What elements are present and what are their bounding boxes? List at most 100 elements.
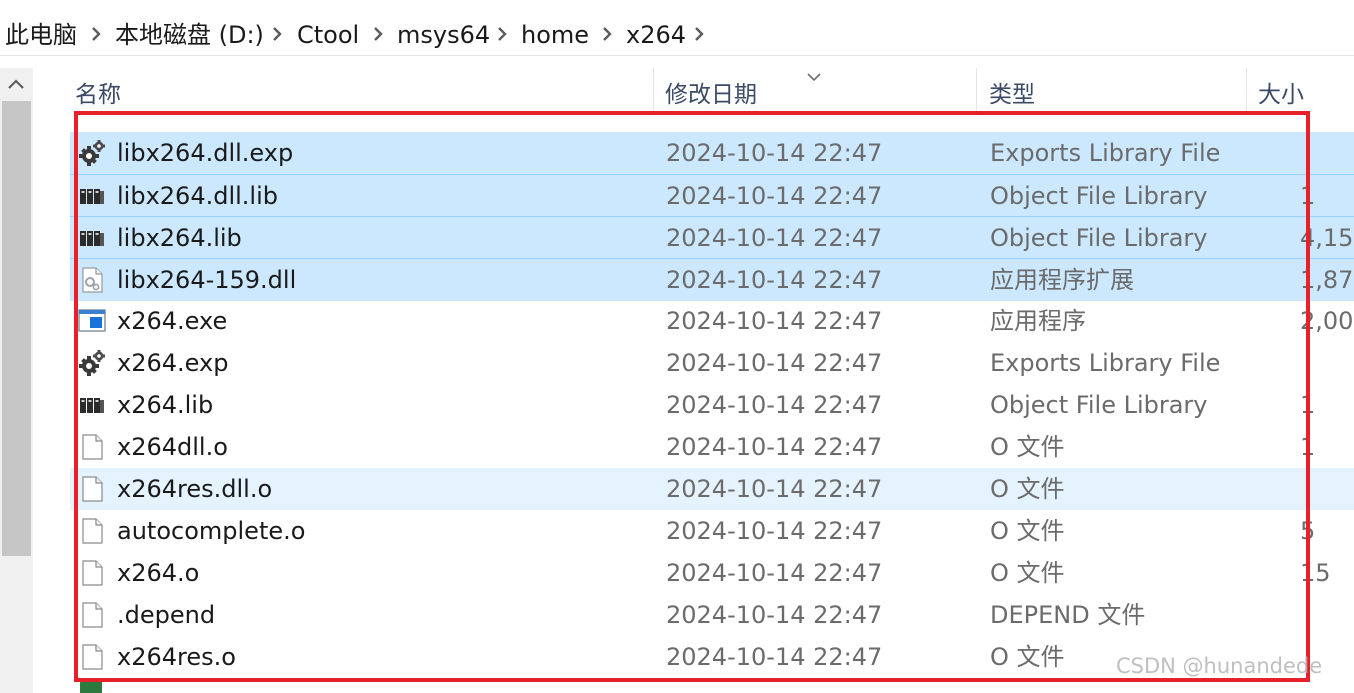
file-type: O 文件	[990, 643, 1065, 671]
file-row[interactable]: libx264.lib 2024-10-14 22:47 Object File L…	[70, 216, 1354, 259]
file-name: x264.lib	[117, 391, 214, 419]
blank-file-icon	[78, 643, 106, 671]
file-row[interactable]: x264dll.o 2024-10-14 22:47 O 文件 1	[70, 426, 1354, 468]
file-date: 2024-10-14 22:47	[666, 349, 883, 377]
file-name: x264dll.o	[117, 433, 228, 461]
file-size: 5	[1300, 517, 1316, 545]
object-library-icon	[78, 224, 106, 252]
breadcrumb-item[interactable]: 此电脑	[5, 18, 77, 52]
chevron-right-icon[interactable]	[692, 24, 706, 44]
file-row[interactable]: x264.o 2024-10-14 22:47 O 文件 15	[70, 552, 1354, 594]
chevron-right-icon[interactable]	[600, 24, 614, 44]
file-date: 2024-10-14 22:47	[666, 266, 883, 294]
file-name: x264res.dll.o	[117, 475, 273, 503]
column-divider[interactable]	[1246, 68, 1247, 116]
file-date: 2024-10-14 22:47	[666, 559, 883, 587]
column-header-type[interactable]: 类型	[989, 78, 1035, 112]
column-divider[interactable]	[653, 68, 654, 116]
scroll-up-arrow-icon[interactable]	[6, 76, 26, 95]
app-icon	[80, 680, 102, 693]
watermark: CSDN @hunandede	[1116, 654, 1323, 678]
file-size: 2,00	[1300, 307, 1354, 335]
blank-file-icon	[78, 433, 106, 461]
file-date: 2024-10-14 22:47	[666, 182, 883, 210]
file-name: libx264.dll.lib	[117, 182, 278, 210]
blank-file-icon	[78, 559, 106, 587]
exports-library-icon	[78, 139, 106, 167]
column-header-name[interactable]: 名称	[75, 78, 121, 112]
exports-library-icon	[78, 349, 106, 377]
file-date: 2024-10-14 22:47	[666, 391, 883, 419]
blank-file-icon	[78, 475, 106, 503]
file-type: DEPEND 文件	[990, 601, 1146, 629]
file-date: 2024-10-14 22:47	[666, 601, 883, 629]
address-separator	[0, 55, 1354, 56]
file-size: 1	[1300, 391, 1316, 419]
file-size: 4,15	[1300, 224, 1354, 252]
file-type: O 文件	[990, 433, 1065, 461]
file-date: 2024-10-14 22:47	[666, 643, 883, 671]
file-row[interactable]: x264res.dll.o 2024-10-14 22:47 O 文件	[70, 468, 1354, 510]
dll-icon	[78, 266, 106, 294]
sort-descending-icon	[806, 68, 822, 87]
column-header-size[interactable]: 大小	[1258, 78, 1304, 112]
file-type: Exports Library File	[990, 349, 1221, 377]
chevron-right-icon[interactable]	[495, 24, 509, 44]
chevron-right-icon[interactable]	[371, 24, 385, 44]
object-library-icon	[78, 182, 106, 210]
file-name: libx264.lib	[117, 224, 242, 252]
file-name: x264.o	[117, 559, 200, 587]
file-name: autocomplete.o	[117, 517, 306, 545]
file-name: x264.exe	[117, 307, 228, 335]
file-type: O 文件	[990, 517, 1065, 545]
file-row[interactable]: .depend 2024-10-14 22:47 DEPEND 文件	[70, 594, 1354, 636]
file-type: 应用程序	[990, 307, 1086, 335]
file-size: 1,87	[1300, 266, 1354, 294]
file-date: 2024-10-14 22:47	[666, 139, 883, 167]
file-date: 2024-10-14 22:47	[666, 307, 883, 335]
file-name: libx264.dll.exp	[117, 139, 294, 167]
file-size: 1	[1300, 182, 1316, 210]
breadcrumb-item[interactable]: Ctool	[297, 18, 359, 52]
chevron-right-icon[interactable]	[89, 24, 103, 44]
file-row[interactable]: libx264.dll.exp 2024-10-14 22:47 Exports L…	[70, 132, 1354, 174]
file-row[interactable]: libx264.dll.lib 2024-10-14 22:47 Object Fi…	[70, 174, 1354, 217]
chevron-right-icon[interactable]	[270, 24, 284, 44]
file-name: x264res.o	[117, 643, 236, 671]
file-size: 1	[1300, 433, 1316, 461]
file-type: 应用程序扩展	[990, 266, 1134, 294]
exe-icon	[78, 307, 106, 335]
file-size: 15	[1300, 559, 1331, 587]
file-type: Object File Library	[990, 391, 1208, 419]
file-date: 2024-10-14 22:47	[666, 475, 883, 503]
list-item-partial[interactable]	[70, 680, 1354, 693]
file-row[interactable]: autocomplete.o 2024-10-14 22:47 O 文件 5	[70, 510, 1354, 552]
file-date: 2024-10-14 22:47	[666, 517, 883, 545]
column-header-date[interactable]: 修改日期	[665, 78, 757, 112]
file-type: O 文件	[990, 559, 1065, 587]
file-date: 2024-10-14 22:47	[666, 433, 883, 461]
breadcrumb-item[interactable]: 本地磁盘 (D:)	[115, 18, 264, 52]
blank-file-icon	[78, 517, 106, 545]
scrollbar-thumb[interactable]	[2, 101, 31, 556]
breadcrumb-item[interactable]: home	[521, 18, 589, 52]
blank-file-icon	[78, 601, 106, 629]
address-breadcrumb: 此电脑 本地磁盘 (D:) Ctool msys64 home x264	[0, 0, 1354, 68]
object-library-icon	[78, 391, 106, 419]
file-type: Exports Library File	[990, 139, 1221, 167]
file-row[interactable]: libx264-159.dll 2024-10-14 22:47 应用程序扩展 1,8…	[70, 258, 1354, 301]
file-row[interactable]: x264.exp 2024-10-14 22:47 Exports Library …	[70, 342, 1354, 384]
file-name: libx264-159.dll	[117, 266, 297, 294]
file-type: Object File Library	[990, 182, 1208, 210]
file-name: .depend	[117, 601, 216, 629]
column-divider[interactable]	[976, 68, 977, 116]
file-row[interactable]: x264.lib 2024-10-14 22:47 Object File Libr…	[70, 384, 1354, 426]
file-type: Object File Library	[990, 224, 1208, 252]
breadcrumb-item[interactable]: x264	[626, 18, 686, 52]
file-row[interactable]: x264.exe 2024-10-14 22:47 应用程序 2,00	[70, 300, 1354, 342]
vertical-scrollbar[interactable]	[0, 68, 33, 693]
breadcrumb-item[interactable]: msys64	[397, 18, 490, 52]
file-type: O 文件	[990, 475, 1065, 503]
file-name: x264.exp	[117, 349, 229, 377]
file-date: 2024-10-14 22:47	[666, 224, 883, 252]
